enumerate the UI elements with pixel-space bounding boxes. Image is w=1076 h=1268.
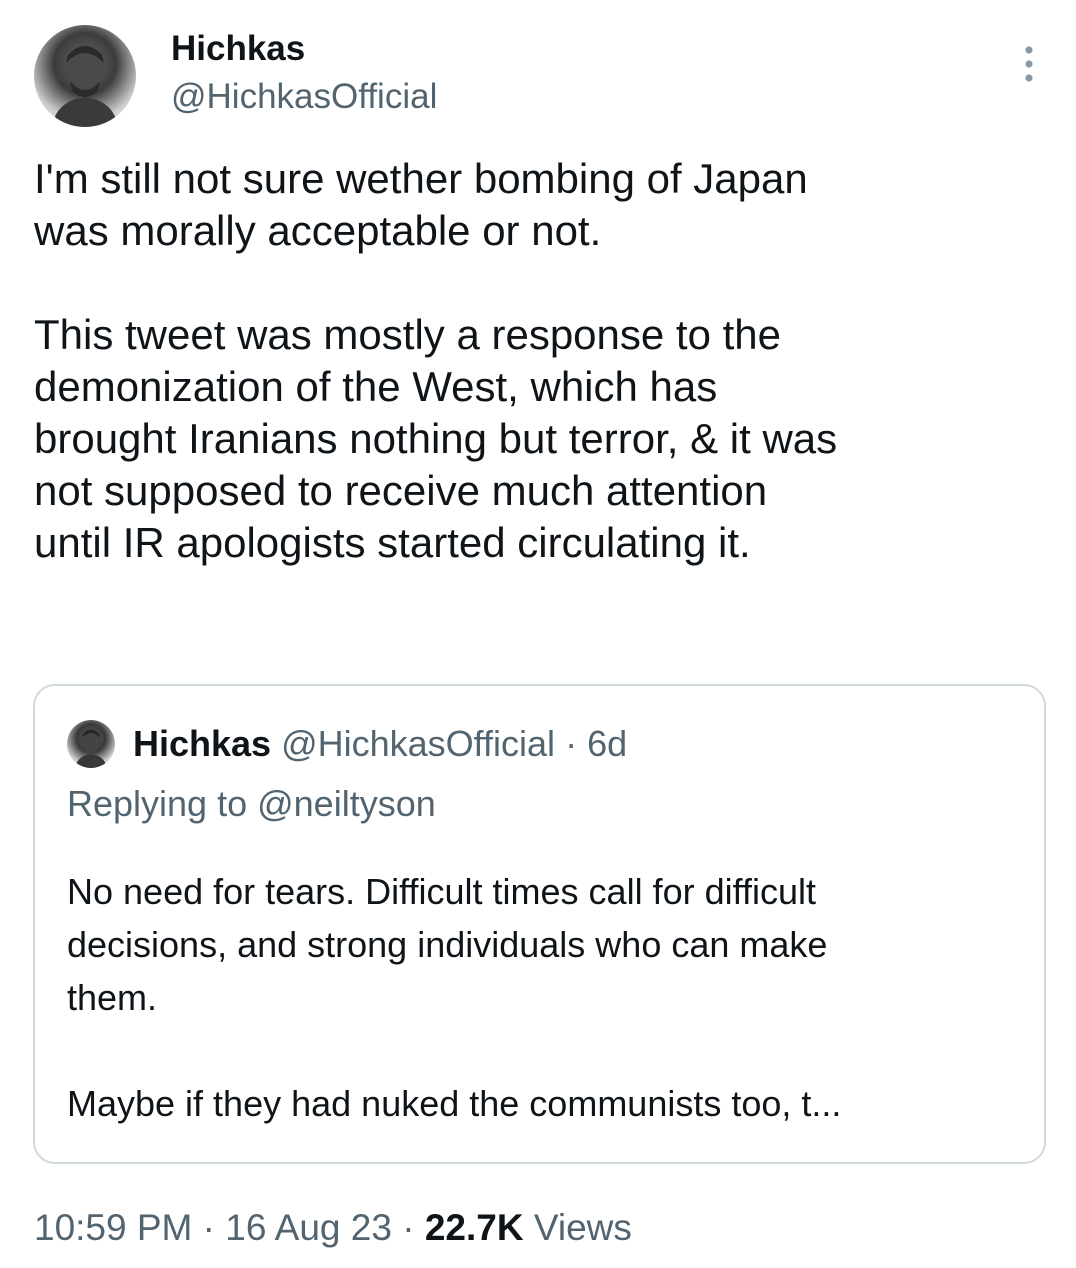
quoted-tweet-text: No need for tears. Difficult times call … xyxy=(67,871,842,1124)
views-count: 22.7K xyxy=(424,1207,524,1248)
separator-dot: · xyxy=(402,1207,415,1248)
quoted-tweet-card[interactable]: Hichkas @HichkasOfficial · 6d Replying t… xyxy=(33,684,1046,1164)
separator-dot: · xyxy=(202,1207,215,1248)
quoted-author-avatar xyxy=(67,720,115,768)
separator-dot: · xyxy=(565,723,578,764)
author-display-name[interactable]: Hichkas xyxy=(171,29,305,69)
avatar-photo-icon xyxy=(52,45,118,127)
tweet-text: I'm still not sure wether bombing of Jap… xyxy=(34,155,838,566)
tweet-meta: 10:59 PM · 16 Aug 23 · 22.7K Views xyxy=(34,1205,632,1251)
quoted-author-name: Hichkas xyxy=(133,723,272,764)
tweet-date[interactable]: 16 Aug 23 xyxy=(225,1207,392,1248)
replying-to-label: Replying to @neiltyson xyxy=(67,783,436,824)
quoted-author-handle: @HichkasOfficial xyxy=(281,723,556,764)
tweet-time[interactable]: 10:59 PM xyxy=(34,1207,192,1248)
avatar-photo-icon xyxy=(75,729,107,768)
quoted-tweet-header: Hichkas @HichkasOfficial · 6d xyxy=(133,723,627,765)
author-handle[interactable]: @HichkasOfficial xyxy=(171,77,437,117)
more-vertical-icon xyxy=(1025,46,1033,82)
quoted-tweet-time: 6d xyxy=(587,723,628,764)
tweet-header: Hichkas @HichkasOfficial xyxy=(34,25,1044,127)
more-options-button[interactable] xyxy=(1014,39,1044,89)
views-label: Views xyxy=(533,1207,632,1248)
author-avatar[interactable] xyxy=(34,25,136,127)
